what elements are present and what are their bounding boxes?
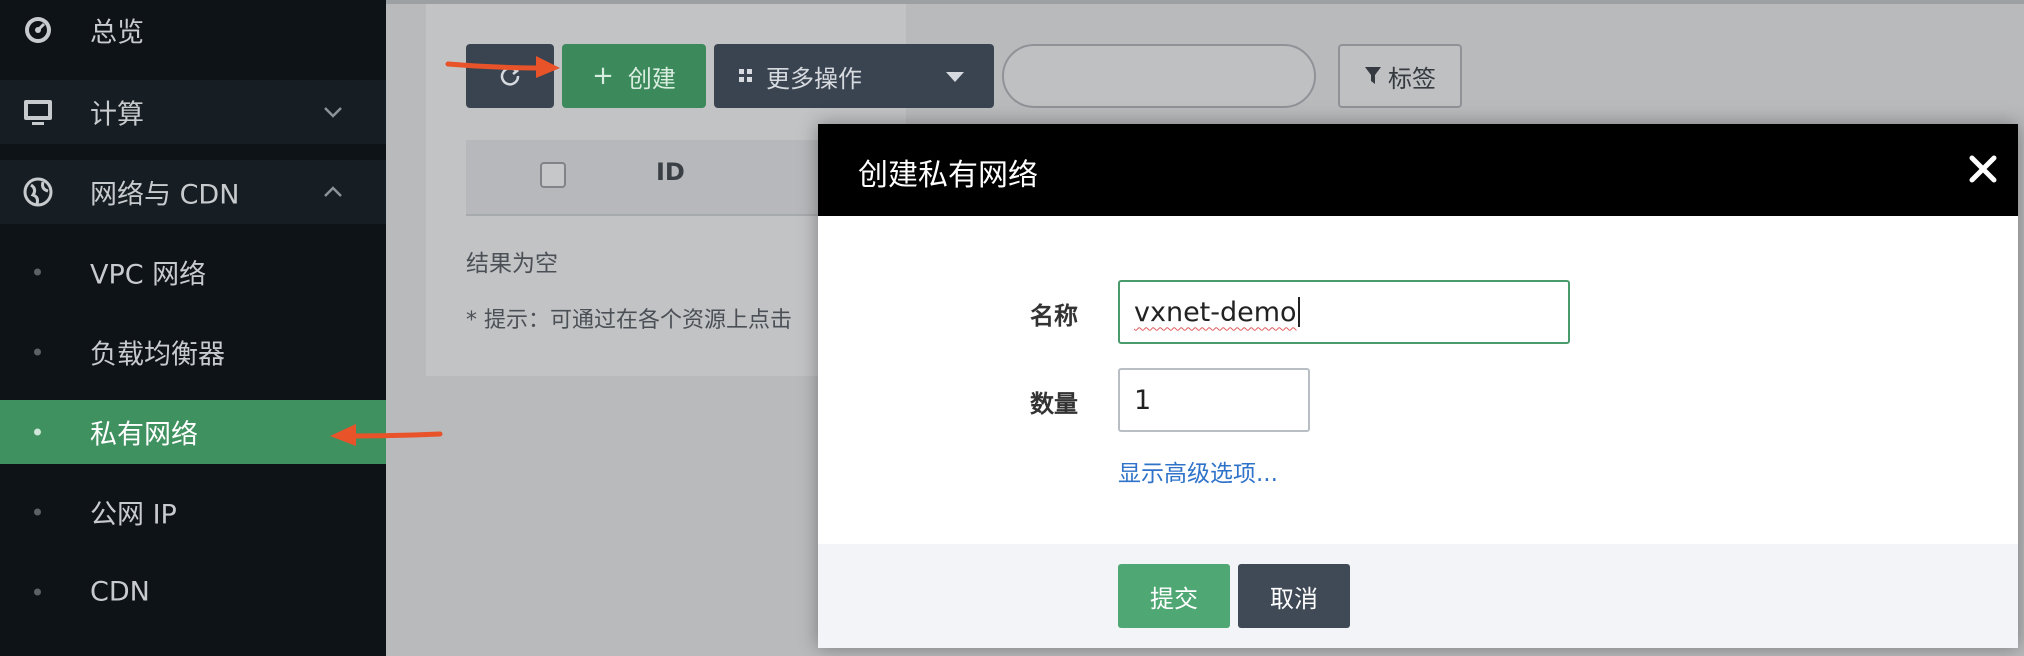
- dialog-title: 创建私有网络: [858, 158, 1038, 193]
- sidebar-item-public-ip[interactable]: 公网 IP: [0, 480, 386, 544]
- quantity-input-value: 1: [1134, 384, 1152, 416]
- text-cursor: [1297, 297, 1300, 327]
- empty-result-text: 结果为空: [466, 251, 558, 277]
- annotation-arrow: [330, 424, 443, 446]
- chevron-down-icon: [324, 107, 342, 118]
- bullet-icon: [34, 428, 41, 436]
- name-input[interactable]: vxnet-demo: [1118, 280, 1570, 344]
- annotation-arrow: [445, 56, 560, 78]
- dialog-footer: 提交 取消: [818, 544, 2018, 648]
- tags-filter-button[interactable]: 标签: [1338, 44, 1462, 108]
- dashboard-icon: [22, 14, 54, 46]
- sidebar-item-overview[interactable]: 总览: [0, 0, 386, 60]
- bullet-icon: [34, 348, 41, 356]
- sidebar-item-label: 计算: [90, 99, 144, 131]
- column-header-id: ID: [656, 158, 685, 186]
- quantity-input[interactable]: 1: [1118, 368, 1310, 432]
- name-label: 名称: [1030, 302, 1078, 330]
- bullet-icon: [34, 588, 41, 596]
- caret-down-icon: [946, 72, 964, 82]
- bullet-icon: [34, 508, 41, 516]
- sidebar-item-label: VPC 网络: [90, 259, 207, 291]
- search-input[interactable]: [1002, 44, 1316, 108]
- cancel-button[interactable]: 取消: [1238, 564, 1350, 628]
- sidebar-item-label: 网络与 CDN: [90, 179, 240, 211]
- sidebar-item-cdn[interactable]: CDN: [0, 560, 386, 624]
- sidebar-item-label: 私有网络: [90, 419, 198, 451]
- more-actions-dropdown[interactable]: 更多操作: [714, 44, 994, 108]
- sidebar-item-label: 公网 IP: [90, 499, 177, 531]
- globe-icon: [22, 176, 54, 208]
- create-private-network-dialog: 创建私有网络 名称 vxnet-demo 数量 1 显示高级选项... 提交 取…: [818, 124, 2018, 648]
- name-input-value: vxnet-demo: [1134, 296, 1297, 328]
- sidebar-item-compute[interactable]: 计算: [0, 80, 386, 144]
- filter-icon: [1365, 67, 1381, 84]
- sidebar-item-vpc[interactable]: VPC 网络: [0, 240, 386, 304]
- monitor-icon: [22, 96, 54, 128]
- quantity-label: 数量: [1030, 390, 1078, 418]
- hint-text: * 提示：可通过在各个资源上点击: [466, 308, 792, 333]
- sidebar-item-label: 总览: [90, 17, 144, 49]
- sidebar-item-label: 负载均衡器: [90, 339, 225, 371]
- grid-icon: [739, 69, 752, 82]
- more-actions-label: 更多操作: [766, 64, 862, 93]
- submit-button[interactable]: 提交: [1118, 564, 1230, 628]
- create-button[interactable]: + 创建: [562, 44, 706, 108]
- show-advanced-options-link[interactable]: 显示高级选项...: [1118, 454, 1278, 488]
- create-button-label: 创建: [627, 64, 676, 93]
- sidebar: 总览 计算 网络与 CDN VPC 网络 负载均衡器 私有网络 公网 IP CD…: [0, 0, 386, 656]
- sidebar-item-load-balancer[interactable]: 负载均衡器: [0, 320, 386, 384]
- chevron-up-icon: [324, 186, 342, 197]
- select-all-checkbox[interactable]: [540, 162, 566, 188]
- close-icon[interactable]: [1966, 152, 2000, 186]
- tags-label: 标签: [1388, 64, 1436, 93]
- sidebar-item-network-cdn[interactable]: 网络与 CDN: [0, 160, 386, 224]
- plus-icon: +: [592, 61, 614, 91]
- dialog-header: 创建私有网络: [818, 124, 2018, 216]
- sidebar-item-label: CDN: [90, 576, 150, 608]
- bullet-icon: [34, 268, 41, 276]
